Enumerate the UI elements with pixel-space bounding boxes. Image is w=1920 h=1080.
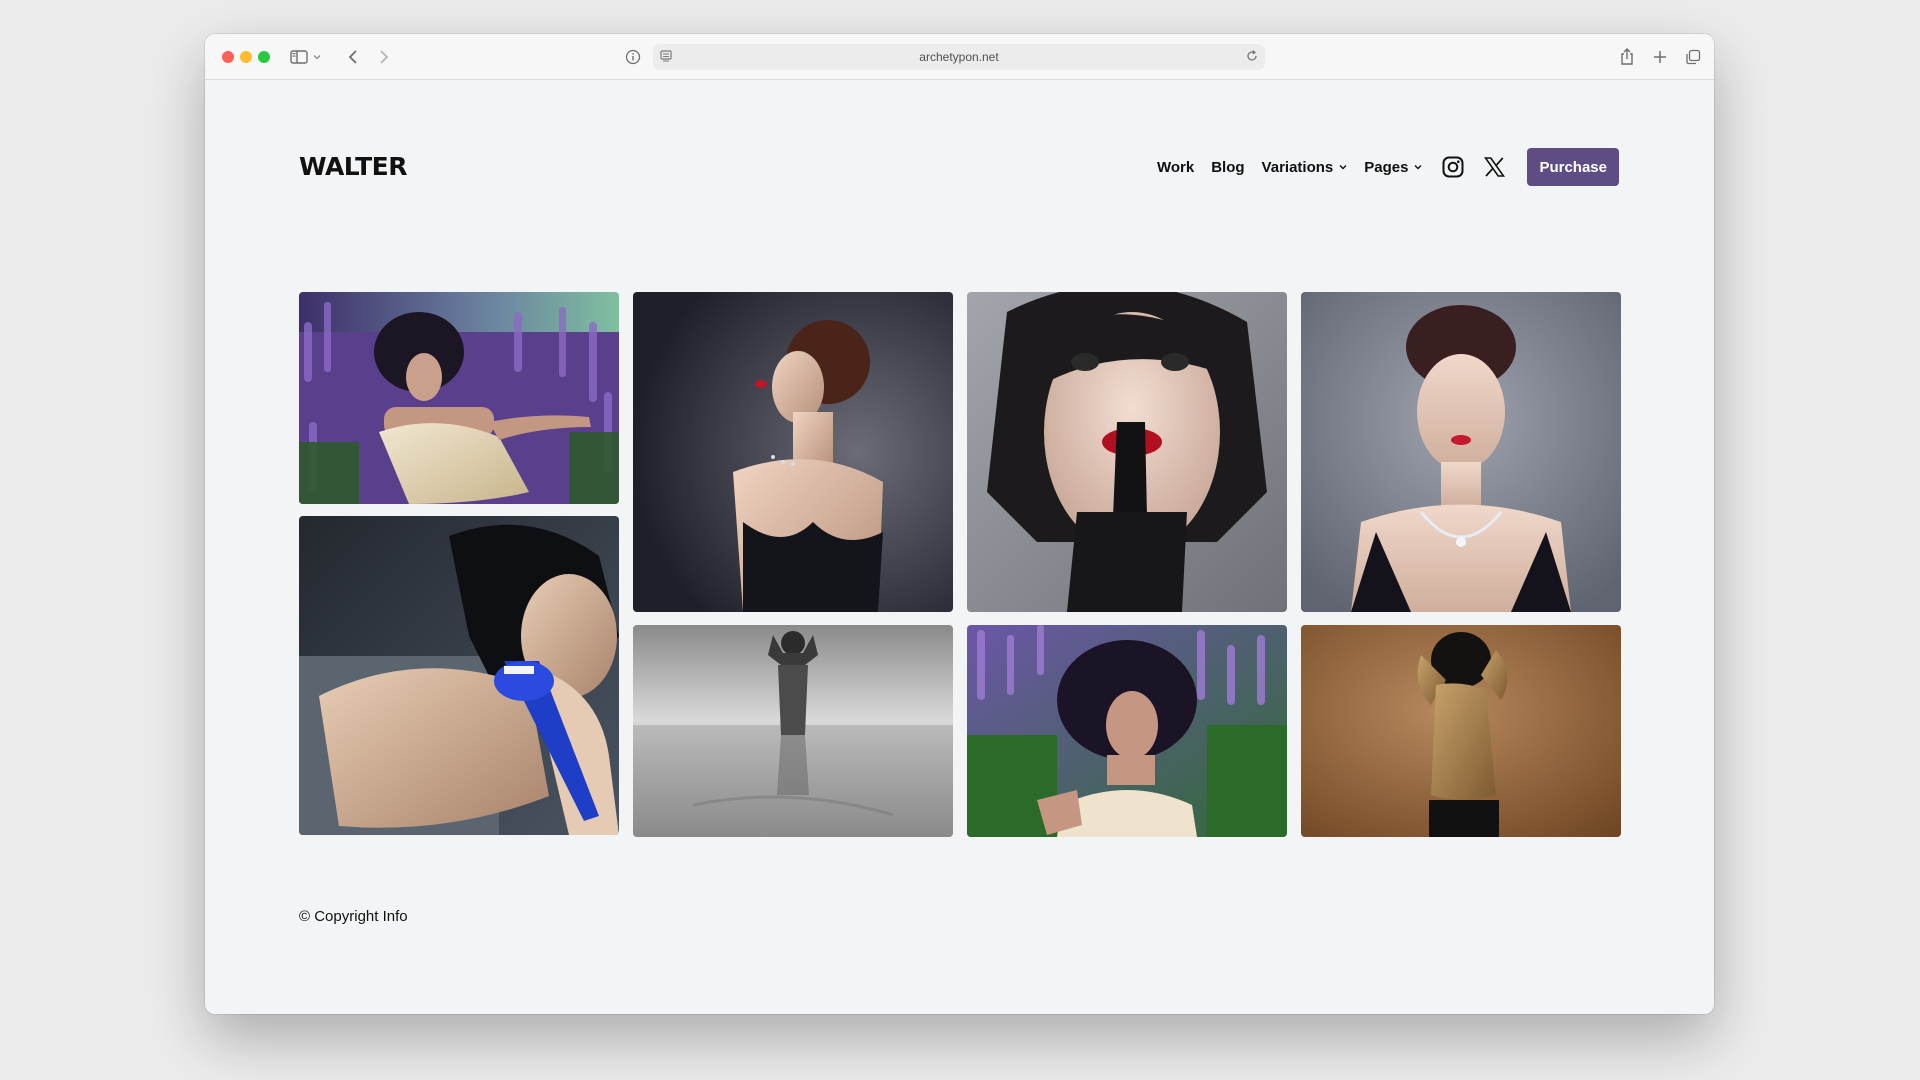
main-navigation: Work Blog Variations Pages Purchase (1140, 148, 1619, 186)
chevron-down-icon[interactable] (305, 45, 329, 69)
chevron-down-icon (1414, 164, 1422, 170)
gallery-photo-woman-biting-blue-shoe[interactable] (299, 516, 619, 835)
copyright-text: © Copyright Info (299, 908, 408, 925)
share-icon[interactable] (1615, 45, 1639, 69)
url-text: archetypon.net (919, 50, 999, 64)
nav-blog[interactable]: Blog (1211, 159, 1244, 176)
info-icon[interactable] (621, 45, 645, 69)
browser-window: archetypon.net WALTER Work Blog Variatio… (205, 34, 1714, 1014)
nav-work[interactable]: Work (1157, 159, 1194, 176)
new-tab-icon[interactable] (1648, 45, 1672, 69)
site-logo[interactable]: WALTER (299, 152, 407, 181)
browser-toolbar: archetypon.net (205, 34, 1714, 80)
reload-icon[interactable] (1245, 49, 1259, 68)
gallery-photo-woman-in-lavender-field-portrait[interactable] (967, 625, 1287, 837)
gallery-photo-woman-in-black-dress-profile[interactable] (633, 292, 953, 612)
instagram-icon[interactable] (1442, 156, 1464, 178)
tab-overview-icon[interactable] (1681, 45, 1705, 69)
maximize-window-button[interactable] (258, 51, 270, 63)
gallery-photo-woman-with-diamond-necklace[interactable] (1301, 292, 1621, 612)
nav-pages[interactable]: Pages (1364, 159, 1422, 176)
nav-pages-label: Pages (1364, 158, 1409, 176)
address-bar[interactable]: archetypon.net (653, 44, 1265, 70)
purchase-button[interactable]: Purchase (1527, 148, 1619, 186)
nav-blog-label: Blog (1211, 158, 1245, 176)
nav-work-label: Work (1156, 158, 1195, 176)
minimize-window-button[interactable] (240, 51, 252, 63)
gallery-photo-woman-back-turned-brown-backdrop[interactable] (1301, 625, 1621, 837)
nav-variations-label: Variations (1261, 158, 1334, 176)
gallery-photo-woman-in-lavender-field-reclining[interactable] (299, 292, 619, 504)
nav-variations[interactable]: Variations (1262, 159, 1348, 176)
web-page: WALTER Work Blog Variations Pages Purcha… (205, 80, 1714, 1014)
close-window-button[interactable] (222, 51, 234, 63)
gallery-photo-woman-in-water-black-and-white[interactable] (633, 625, 953, 837)
back-icon[interactable] (341, 45, 365, 69)
x-icon[interactable] (1484, 157, 1506, 177)
gallery-photo-woman-finger-on-red-lips[interactable] (967, 292, 1287, 612)
chevron-down-icon (1339, 164, 1347, 170)
forward-icon[interactable] (372, 45, 396, 69)
